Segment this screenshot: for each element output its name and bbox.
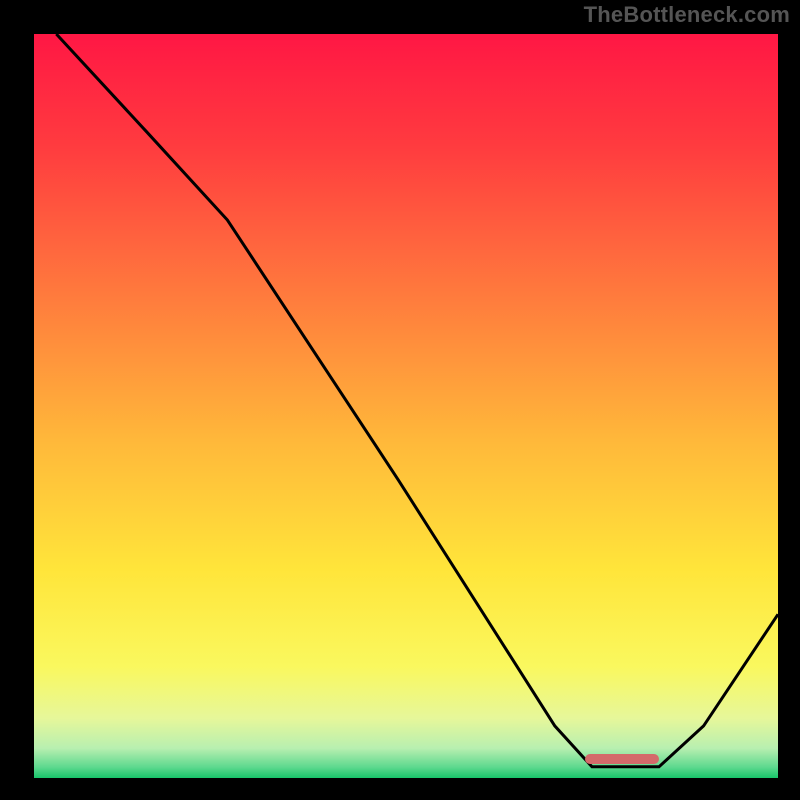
watermark-text: TheBottleneck.com [584,2,790,28]
bottleneck-curve [34,34,778,778]
plot-area [34,34,778,778]
sweet-spot-marker [585,754,659,764]
